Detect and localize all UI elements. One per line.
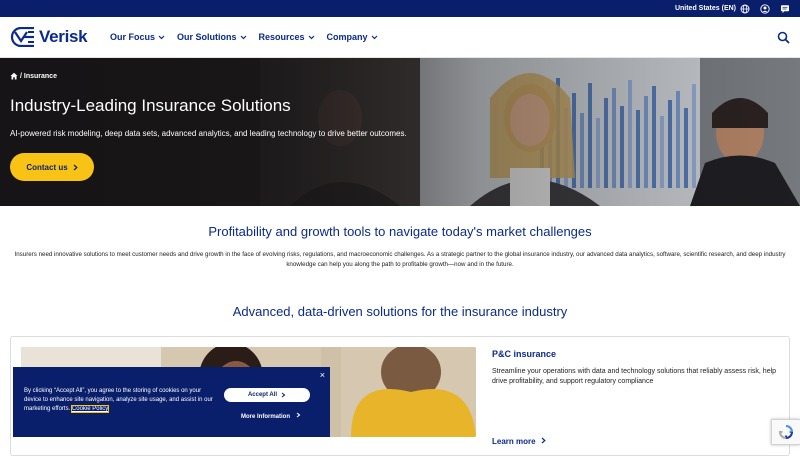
home-icon[interactable]: [10, 72, 18, 80]
nav-label: Our Focus: [110, 32, 156, 42]
main-nav: Our Focus Our Solutions Resources Compan…: [110, 32, 390, 42]
recaptcha-badge[interactable]: [771, 419, 800, 445]
cookie-message: By clicking “Accept All”, you agree to t…: [24, 387, 219, 414]
recaptcha-icon: [778, 425, 794, 440]
region-label: United States (EN): [674, 5, 736, 12]
section-heading-solutions: Advanced, data-driven solutions for the …: [232, 304, 568, 319]
contact-us-label: Contact us: [26, 162, 68, 172]
learn-more-label: Learn more: [492, 437, 536, 446]
globe-icon: [740, 4, 750, 13]
chat-icon: [781, 4, 789, 13]
nav-label: Our Solutions: [177, 32, 237, 42]
search-icon[interactable]: [777, 31, 790, 44]
hero-subtitle: AI-powered risk modeling, deep data sets…: [10, 129, 407, 138]
contact-link[interactable]: [780, 4, 790, 14]
page-title: Industry-Leading Insurance Solutions: [10, 96, 291, 115]
chevron-right-icon: [281, 392, 286, 398]
chevron-right-icon: [296, 412, 301, 418]
contact-us-button[interactable]: Contact us: [10, 153, 94, 181]
section-heading-profitability: Profitability and growth tools to naviga…: [208, 224, 592, 239]
hero-banner: / Insurance Industry-Leading Insurance S…: [0, 58, 800, 206]
card-title: P&C insurance: [492, 349, 557, 359]
chevron-down-icon: [308, 35, 314, 39]
cookie-policy-link[interactable]: Cookie Policy: [70, 405, 110, 413]
chevron-right-icon: [541, 437, 546, 444]
card-description: Streamline your operations with data and…: [492, 368, 777, 385]
account-link[interactable]: [760, 3, 770, 14]
user-icon: [760, 3, 770, 14]
chevron-right-icon: [73, 164, 78, 170]
chevron-down-icon: [371, 35, 377, 39]
chevron-down-icon: [158, 35, 165, 39]
breadcrumb: / Insurance: [10, 72, 57, 80]
nav-label: Resources: [258, 32, 305, 42]
close-icon[interactable]: ×: [320, 370, 325, 380]
utility-bar: United States (EN): [0, 0, 800, 17]
cookie-message-text: By clicking “Accept All”, you agree to t…: [24, 388, 213, 412]
breadcrumb-current: / Insurance: [20, 72, 57, 80]
nav-label: Company: [326, 32, 368, 42]
site-header: Verisk Our Focus Our Solutions Resources…: [0, 17, 800, 58]
verisk-logo[interactable]: Verisk: [10, 27, 88, 47]
verisk-logo-mark: [10, 27, 34, 47]
accept-all-label: Accept All: [247, 392, 278, 398]
learn-more-link[interactable]: Learn more: [492, 437, 546, 446]
more-information-link[interactable]: More Information: [241, 412, 301, 420]
cookie-consent-banner: × By clicking “Accept All”, you agree to…: [13, 367, 330, 437]
region-selector[interactable]: United States (EN): [675, 4, 750, 14]
nav-resources[interactable]: Resources: [259, 32, 315, 42]
chevron-down-icon: [240, 35, 246, 39]
nav-company[interactable]: Company: [327, 32, 378, 42]
more-information-label: More Information: [241, 414, 290, 420]
nav-our-focus[interactable]: Our Focus: [110, 32, 165, 42]
section-body-profitability: Insurers need innovative solutions to me…: [14, 251, 786, 268]
brand-name: Verisk: [39, 27, 88, 46]
nav-our-solutions[interactable]: Our Solutions: [177, 32, 247, 42]
accept-all-button[interactable]: Accept All: [224, 388, 310, 402]
